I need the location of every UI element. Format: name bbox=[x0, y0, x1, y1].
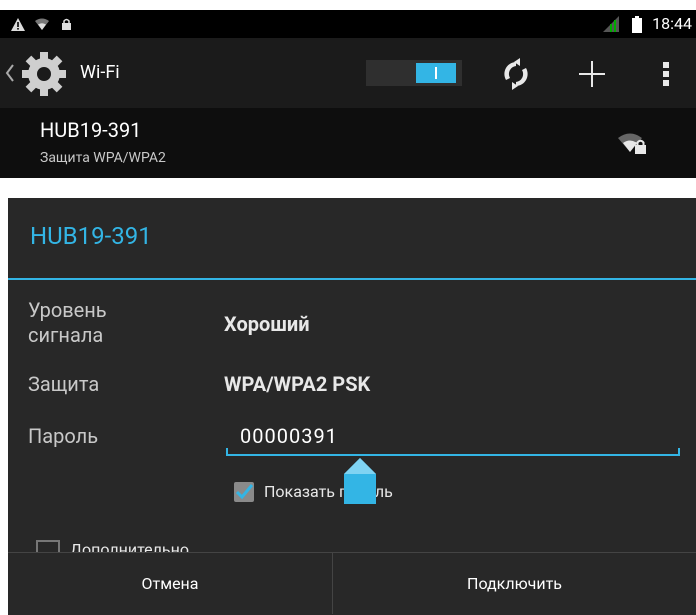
status-bar: 18:44 bbox=[0, 10, 696, 38]
action-bar: Wi-Fi bbox=[0, 38, 696, 108]
status-clock: 18:44 bbox=[652, 14, 692, 33]
text-cursor-handle-icon[interactable] bbox=[344, 458, 376, 508]
password-label: Пароль bbox=[28, 424, 99, 448]
button-separator bbox=[332, 552, 333, 614]
dialog-button-bar: Отмена Подключить bbox=[8, 552, 696, 615]
wps-icon[interactable] bbox=[500, 58, 532, 90]
network-list-item[interactable]: HUB19-391 Защита WPA/WPA2 bbox=[0, 108, 696, 178]
connect-button[interactable]: Подключить bbox=[333, 553, 696, 615]
password-input-underline bbox=[226, 448, 680, 456]
overflow-menu-icon[interactable] bbox=[662, 60, 670, 88]
cellular-signal-icon bbox=[602, 15, 620, 33]
dialog-title: HUB19-391 bbox=[30, 222, 152, 250]
lock-icon bbox=[60, 15, 72, 33]
security-label: Защита bbox=[28, 372, 100, 396]
password-input[interactable]: 00000391 bbox=[240, 424, 338, 448]
dialog-title-divider bbox=[8, 278, 696, 280]
wifi-toggle[interactable] bbox=[366, 60, 462, 86]
settings-gear-icon[interactable] bbox=[20, 50, 68, 98]
show-password-checkbox[interactable] bbox=[234, 482, 254, 502]
wifi-signal-icon bbox=[34, 15, 50, 33]
network-security: Защита WPA/WPA2 bbox=[40, 150, 166, 166]
checkmark-icon bbox=[235, 484, 254, 500]
back-icon[interactable] bbox=[4, 62, 16, 84]
advanced-options-label[interactable]: Дополнительно bbox=[70, 540, 189, 552]
signal-strength-value: Хороший bbox=[224, 312, 310, 336]
action-bar-title: Wi-Fi bbox=[80, 62, 120, 83]
network-ssid: HUB19-391 bbox=[40, 118, 142, 142]
cancel-button[interactable]: Отмена bbox=[8, 553, 332, 615]
warning-icon bbox=[10, 15, 26, 33]
wifi-toggle-knob bbox=[416, 63, 456, 83]
signal-strength-label: Уровень сигнала bbox=[28, 298, 107, 347]
add-icon[interactable] bbox=[578, 60, 606, 88]
battery-icon bbox=[630, 15, 644, 33]
wifi-locked-icon bbox=[618, 130, 648, 156]
security-value: WPA/WPA2 PSK bbox=[224, 372, 371, 396]
